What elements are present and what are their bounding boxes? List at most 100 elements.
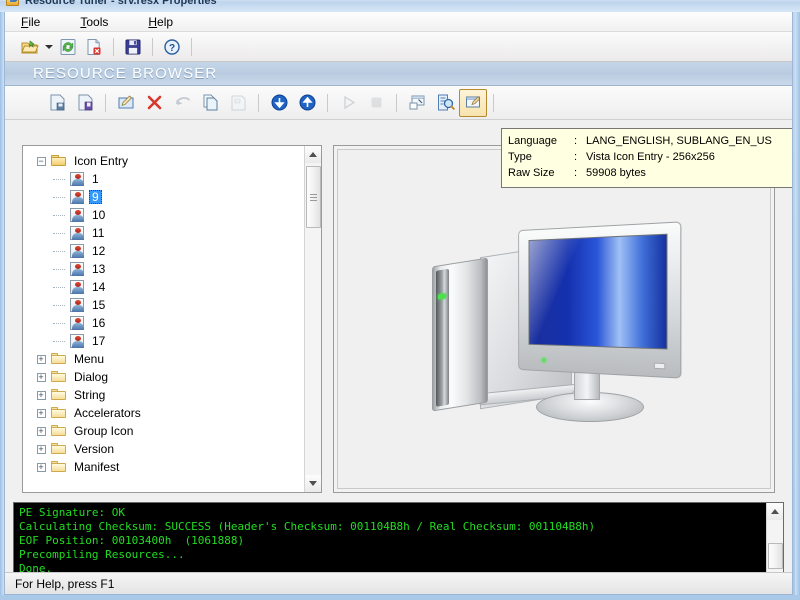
- tree-node[interactable]: + Menu: [31, 350, 304, 368]
- stop-square-icon: [371, 97, 381, 108]
- stop-button: [362, 89, 390, 117]
- tree-node[interactable]: + Version: [31, 440, 304, 458]
- menu-help[interactable]: Help: [146, 13, 189, 31]
- expander-glyph: +: [36, 353, 46, 364]
- import-resource-icon: [78, 94, 92, 111]
- tree-node-label[interactable]: 13: [89, 262, 108, 276]
- tree-node-label[interactable]: 16: [89, 316, 108, 330]
- resource-tree-panel[interactable]: − Icon Entry 1 9 10 11 12 13 14 15 16 17 + Menu + Dialo…: [22, 145, 322, 493]
- tree-expander-plus-icon[interactable]: +: [31, 444, 51, 454]
- tree-scroll-down-button[interactable]: [305, 475, 321, 492]
- save-button[interactable]: [120, 34, 146, 60]
- tree-node-label[interactable]: 1: [89, 172, 102, 186]
- icon-entry-icon: [69, 189, 85, 205]
- edit-resource-button[interactable]: [112, 89, 140, 117]
- tree-node[interactable]: + Accelerators: [31, 404, 304, 422]
- open-dropdown-button[interactable]: [43, 34, 55, 60]
- tree-node[interactable]: + String: [31, 386, 304, 404]
- tooltip-separator: :: [574, 167, 578, 179]
- tree-node[interactable]: + Manifest: [31, 458, 304, 476]
- resource-properties-button[interactable]: [459, 88, 487, 117]
- move-up-button[interactable]: [293, 89, 321, 117]
- toolbar-separator: [493, 93, 494, 112]
- tree-node-label[interactable]: Accelerators: [71, 406, 144, 420]
- console-scroll-up-button[interactable]: [767, 503, 783, 520]
- tree-node-label[interactable]: 15: [89, 298, 108, 312]
- resource-tree[interactable]: − Icon Entry 1 9 10 11 12 13 14 15 16 17 + Menu + Dialo…: [23, 146, 304, 492]
- menu-bar: File Tools Help: [5, 12, 792, 32]
- tree-node[interactable]: + Dialog: [31, 368, 304, 386]
- tree-node[interactable]: 15: [31, 296, 304, 314]
- tree-node-label[interactable]: Menu: [71, 352, 107, 366]
- chevron-down-icon: [45, 44, 53, 49]
- tree-connector: [53, 178, 65, 180]
- icon-entry-icon: [69, 315, 85, 331]
- tooltip-value: LANG_ENGLISH, SUBLANG_EN_US: [586, 135, 772, 147]
- help-button[interactable]: ?: [159, 34, 185, 60]
- tree-node-label[interactable]: Dialog: [71, 370, 111, 384]
- refresh-icon: [60, 38, 76, 55]
- tree-node-label[interactable]: 9: [89, 190, 102, 204]
- tree-expander-plus-icon[interactable]: +: [31, 462, 51, 472]
- tree-expander-plus-icon[interactable]: +: [31, 372, 51, 382]
- tree-node[interactable]: 1: [31, 170, 304, 188]
- tree-node-label[interactable]: Group Icon: [71, 424, 136, 438]
- tree-node[interactable]: − Icon Entry: [31, 152, 304, 170]
- icon-entry-icon: [69, 225, 85, 241]
- tree-node[interactable]: 14: [31, 278, 304, 296]
- toolbar-separator: [396, 93, 397, 112]
- refresh-button[interactable]: [55, 34, 81, 60]
- window-edge-right: [795, 12, 800, 595]
- tree-node-label[interactable]: 17: [89, 334, 108, 348]
- tree-line: [49, 232, 69, 234]
- tree-expander-plus-icon[interactable]: +: [31, 353, 51, 364]
- tree-vertical-scrollbar[interactable]: [304, 146, 321, 492]
- folder-closed-icon: [51, 441, 67, 457]
- tree-expander-plus-icon[interactable]: +: [31, 426, 51, 436]
- tree-node[interactable]: + Group Icon: [31, 422, 304, 440]
- tree-node[interactable]: 9: [31, 188, 304, 206]
- tree-node-label[interactable]: Manifest: [71, 460, 122, 474]
- tree-node-label[interactable]: 12: [89, 244, 108, 258]
- tree-expander-minus-icon[interactable]: −: [31, 156, 51, 166]
- tree-node[interactable]: 10: [31, 206, 304, 224]
- dialog-editor-button[interactable]: [403, 89, 431, 117]
- tree-node-label[interactable]: String: [71, 388, 108, 402]
- tree-node-label[interactable]: Icon Entry: [71, 154, 131, 168]
- properties-icon: [465, 96, 480, 108]
- tree-node[interactable]: 17: [31, 332, 304, 350]
- title-bar[interactable]: Resource Tuner - srv.resx Properties: [0, 0, 800, 12]
- tree-node[interactable]: 16: [31, 314, 304, 332]
- save-resource-button[interactable]: [43, 89, 71, 117]
- menu-tools[interactable]: Tools: [78, 13, 124, 31]
- tree-node-label[interactable]: 11: [89, 226, 107, 240]
- find-resource-button[interactable]: [431, 89, 459, 117]
- resource-preview-panel[interactable]: [333, 145, 775, 493]
- delete-x-icon: [147, 95, 161, 110]
- tree-line: [49, 214, 69, 216]
- menu-file[interactable]: File: [19, 13, 56, 31]
- find-magnifier-icon: [437, 94, 455, 111]
- close-file-button[interactable]: [81, 34, 107, 60]
- delete-resource-button[interactable]: [140, 89, 168, 117]
- open-file-button[interactable]: [17, 34, 43, 60]
- tree-scroll-thumb[interactable]: [306, 166, 321, 228]
- tree-node[interactable]: 11: [31, 224, 304, 242]
- tree-line: [49, 322, 69, 324]
- tree-node-label[interactable]: 10: [89, 208, 108, 222]
- document-delete-icon: [87, 38, 101, 55]
- console-scroll-thumb[interactable]: [768, 543, 783, 569]
- tree-node-label[interactable]: 14: [89, 280, 108, 294]
- tree-expander-plus-icon[interactable]: +: [31, 408, 51, 418]
- tree-node[interactable]: 13: [31, 260, 304, 278]
- copy-button[interactable]: [196, 89, 224, 117]
- copy-pages-icon: [203, 94, 217, 111]
- move-down-button[interactable]: [265, 89, 293, 117]
- tree-node[interactable]: 12: [31, 242, 304, 260]
- tree-scroll-up-button[interactable]: [305, 146, 321, 163]
- tree-node-label[interactable]: Version: [71, 442, 117, 456]
- save-floppy-icon: [125, 39, 141, 54]
- import-resource-button[interactable]: [71, 89, 99, 117]
- tree-expander-plus-icon[interactable]: +: [31, 390, 51, 400]
- status-hint: For Help, press F1: [15, 576, 115, 591]
